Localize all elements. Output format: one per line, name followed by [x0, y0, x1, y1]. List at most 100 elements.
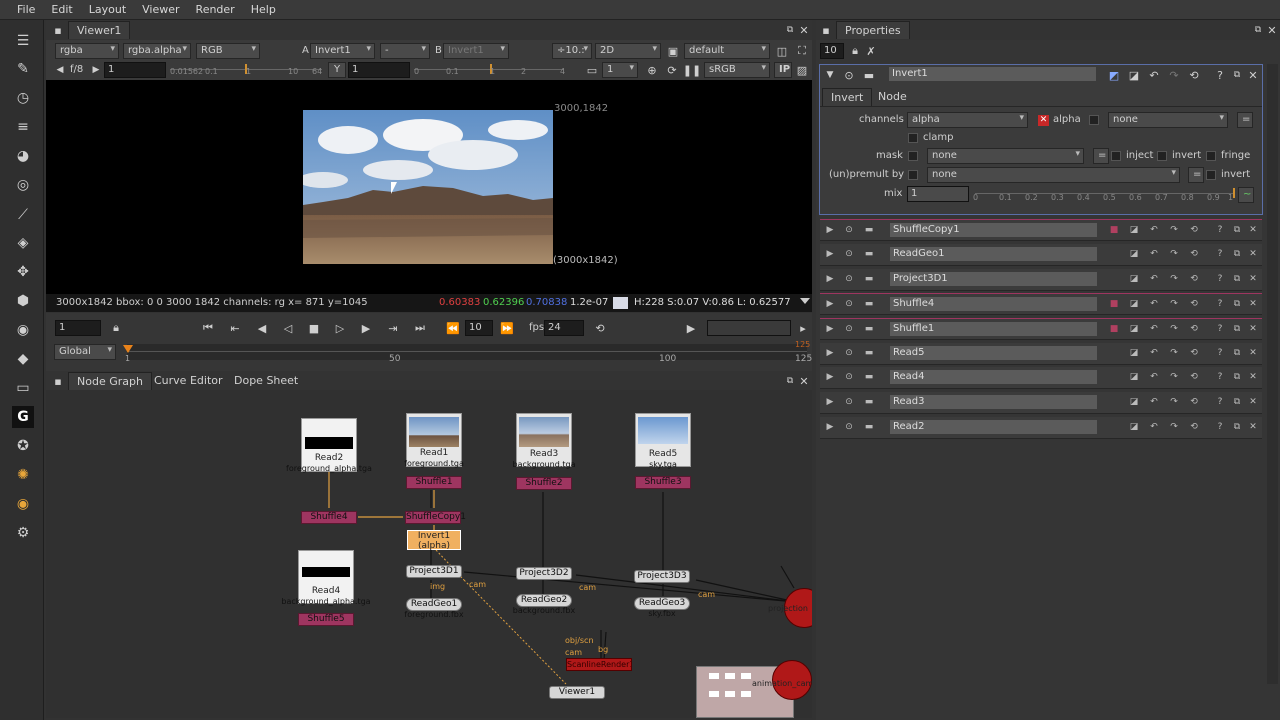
- furnace-tools-icon[interactable]: ✪: [12, 435, 34, 457]
- redo-icon[interactable]: ↷: [1167, 395, 1181, 409]
- input-process-button[interactable]: IP: [774, 62, 792, 78]
- skip-forward-icon[interactable]: ⏩: [499, 320, 515, 336]
- undo-icon[interactable]: ↶: [1147, 297, 1161, 311]
- lut-dropdown[interactable]: default: [684, 43, 770, 59]
- viewer1-node[interactable]: Viewer1: [549, 686, 605, 699]
- other-channel-select[interactable]: none: [1108, 112, 1228, 128]
- node-name-field[interactable]: Shuffle4: [890, 297, 1097, 311]
- fullscreen-icon[interactable]: ⛶: [794, 43, 810, 59]
- mix-input[interactable]: 1: [907, 186, 969, 202]
- help-icon[interactable]: ?: [1213, 395, 1227, 409]
- tile-color-icon[interactable]: ■: [1107, 322, 1121, 336]
- expand-icon[interactable]: ▶: [823, 370, 837, 384]
- shufflecopy1-node[interactable]: ShuffleCopy1: [405, 511, 466, 524]
- properties-node-row[interactable]: ▶ ⊙ ▬ Read5 ◪ ↶ ↷ ⟲? ⧉ ✕: [820, 343, 1262, 365]
- center-node-icon[interactable]: ⊙: [842, 322, 856, 336]
- shuffle3-node[interactable]: Shuffle3: [635, 476, 691, 489]
- revert-icon[interactable]: ⟲: [1187, 346, 1201, 360]
- redo-icon[interactable]: ↷: [1167, 297, 1181, 311]
- revert-icon[interactable]: ⟲: [1187, 247, 1201, 261]
- project3d1-node[interactable]: Project3D1: [406, 565, 462, 578]
- refresh-icon[interactable]: ⟳: [664, 62, 680, 78]
- settings-tools-icon[interactable]: ⚙: [12, 522, 34, 544]
- undo-icon[interactable]: ↶: [1147, 247, 1161, 261]
- loop-icon[interactable]: ⟲: [592, 320, 608, 336]
- tab-properties[interactable]: Properties: [836, 21, 910, 39]
- revert-icon[interactable]: ⟲: [1187, 322, 1201, 336]
- float-node-icon[interactable]: ⧉: [1230, 297, 1244, 311]
- center-node-icon[interactable]: ⊙: [842, 297, 856, 311]
- mask-select[interactable]: none: [927, 148, 1084, 164]
- b-input-dropdown[interactable]: Invert1: [443, 43, 509, 59]
- project3d2-node[interactable]: Project3D2: [516, 567, 572, 580]
- channel-tools-icon[interactable]: ≡: [12, 116, 34, 138]
- tab-viewer1[interactable]: Viewer1: [68, 21, 131, 39]
- play-forward-icon[interactable]: ▷: [332, 320, 348, 336]
- max-panels-input[interactable]: 10: [820, 43, 844, 59]
- tile-color-icon[interactable]: ■: [1107, 223, 1121, 237]
- playhead-icon[interactable]: [123, 345, 133, 353]
- collapse-icon[interactable]: ▼: [822, 67, 838, 83]
- shuffle5-node[interactable]: Shuffle5: [298, 613, 354, 626]
- fstop-left-icon[interactable]: ◀: [52, 62, 68, 78]
- properties-node-row[interactable]: ▶ ⊙ ▬ ReadGeo1 ◪ ↶ ↷ ⟲? ⧉ ✕: [820, 244, 1262, 266]
- help-icon[interactable]: ?: [1213, 322, 1227, 336]
- tab-curve-editor[interactable]: Curve Editor: [146, 372, 231, 390]
- premult-invert-checkbox[interactable]: [1206, 170, 1216, 180]
- help-icon[interactable]: ?: [1213, 420, 1227, 434]
- close-node-icon[interactable]: ✕: [1246, 223, 1260, 237]
- stop-icon[interactable]: ■: [306, 320, 322, 336]
- redo-icon[interactable]: ↷: [1167, 322, 1181, 336]
- next-frame-icon[interactable]: ▶: [358, 320, 374, 336]
- clear-panels-icon[interactable]: ✗: [863, 43, 879, 59]
- increment-input[interactable]: 10: [465, 320, 493, 336]
- tile-color-icon[interactable]: ◩: [1106, 67, 1122, 83]
- expand-icon[interactable]: ▶: [823, 346, 837, 360]
- channels-dropdown[interactable]: rgba: [55, 43, 119, 59]
- expand-icon[interactable]: ▶: [823, 223, 837, 237]
- menu-edit[interactable]: Edit: [43, 0, 80, 16]
- redo-icon[interactable]: ↷: [1167, 247, 1181, 261]
- play-backward-icon[interactable]: ◁: [280, 320, 296, 336]
- font-color-icon[interactable]: ◪: [1127, 223, 1141, 237]
- zoom-dropdown[interactable]: ÷10.:: [552, 43, 592, 59]
- tile-color-icon[interactable]: ■: [1107, 297, 1121, 311]
- expand-icon[interactable]: ▶: [823, 395, 837, 409]
- invert1-node[interactable]: Invert1 (alpha): [407, 530, 461, 551]
- timeline-extra-field[interactable]: [707, 320, 791, 336]
- other-channel-checkbox[interactable]: [1089, 115, 1099, 125]
- redo-icon[interactable]: ↷: [1167, 420, 1181, 434]
- revert-icon[interactable]: ⟲: [1186, 67, 1202, 83]
- alpha-channel-dropdown[interactable]: rgba.alpha: [123, 43, 191, 59]
- viewer-image[interactable]: [303, 110, 553, 264]
- pane-menu-icon[interactable]: ▪: [50, 22, 66, 38]
- float-node-icon[interactable]: ⧉: [1229, 67, 1245, 83]
- mask-checkbox[interactable]: [908, 151, 918, 161]
- node-name-field[interactable]: Shuffle1: [890, 322, 1097, 336]
- prev-keyframe-icon[interactable]: ⇤: [227, 320, 243, 336]
- views-tools-icon[interactable]: ◉: [12, 319, 34, 341]
- revert-icon[interactable]: ⟲: [1187, 223, 1201, 237]
- colorspace-dropdown[interactable]: RGB: [196, 43, 260, 59]
- menu-help[interactable]: Help: [243, 0, 284, 16]
- pane-menu-icon[interactable]: ▪: [50, 373, 66, 389]
- alpha-checkbox-checked[interactable]: ✕: [1038, 115, 1049, 126]
- expand-icon[interactable]: ▶: [823, 297, 837, 311]
- pause-icon[interactable]: ❚❚: [683, 62, 701, 78]
- close-node-icon[interactable]: ✕: [1246, 395, 1260, 409]
- font-color-icon[interactable]: ◪: [1127, 297, 1141, 311]
- gain-input[interactable]: 1: [104, 62, 166, 78]
- color-tools-icon[interactable]: ◕: [12, 145, 34, 167]
- help-icon[interactable]: ?: [1213, 370, 1227, 384]
- node-color-icon[interactable]: ▬: [862, 420, 876, 434]
- invert1-name-field[interactable]: Invert1: [889, 67, 1096, 81]
- expand-icon[interactable]: ▶: [823, 247, 837, 261]
- menu-viewer[interactable]: Viewer: [134, 0, 187, 16]
- help-icon[interactable]: ?: [1213, 272, 1227, 286]
- timeline-track[interactable]: [127, 344, 807, 360]
- proxy-icon[interactable]: ▭: [584, 62, 600, 78]
- font-color-icon[interactable]: ◪: [1127, 370, 1141, 384]
- ocula-tools-icon[interactable]: ◉: [12, 493, 34, 515]
- expand-icon[interactable]: ▶: [823, 322, 837, 336]
- node-name-field[interactable]: Project3D1: [890, 272, 1097, 286]
